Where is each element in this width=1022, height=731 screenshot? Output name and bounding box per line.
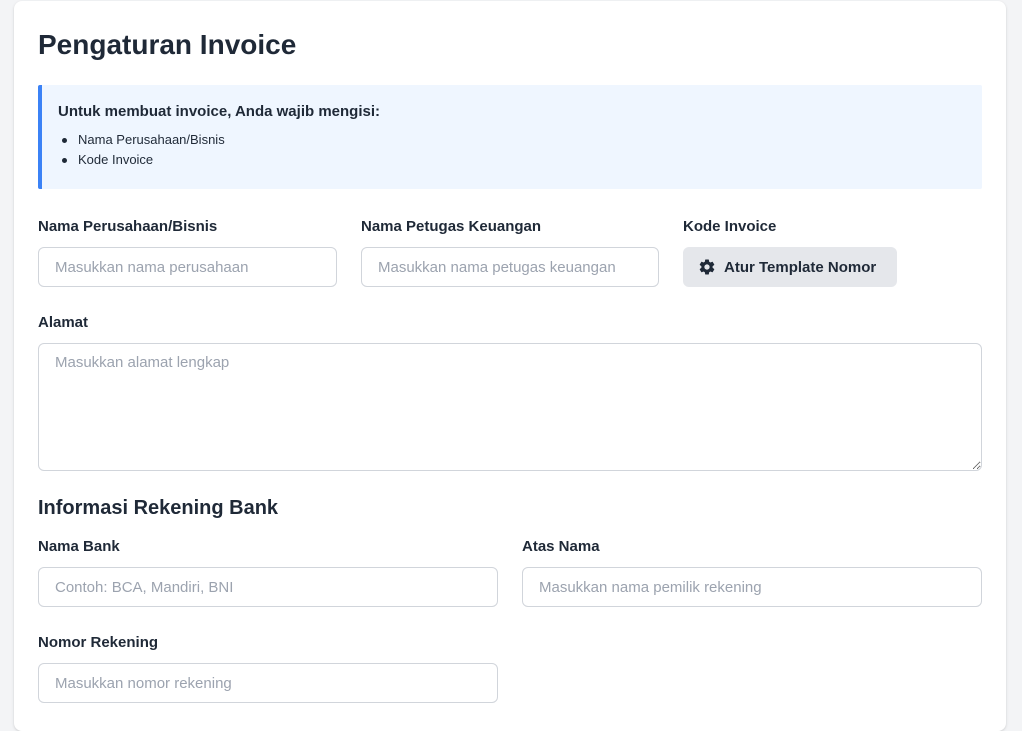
- account-number-row: Nomor Rekening: [38, 633, 982, 703]
- account-holder-field-group: Atas Nama: [522, 537, 982, 607]
- info-title: Untuk membuat invoice, Anda wajib mengis…: [58, 103, 380, 120]
- list-item: Kode Invoice: [62, 150, 962, 170]
- bank-name-label: Nama Bank: [38, 538, 120, 555]
- invoice-code-label: Kode Invoice: [683, 218, 777, 235]
- address-textarea[interactable]: [38, 343, 982, 471]
- company-name-input[interactable]: [38, 247, 337, 287]
- company-name-field-group: Nama Perusahaan/Bisnis: [38, 217, 337, 287]
- account-holder-label: Atas Nama: [522, 538, 600, 555]
- bank-name-field-group: Nama Bank: [38, 537, 498, 607]
- required-info-box: Untuk membuat invoice, Anda wajib mengis…: [38, 85, 982, 189]
- bank-row: Nama Bank Atas Nama: [38, 537, 982, 607]
- account-holder-input[interactable]: [522, 567, 982, 607]
- page-title: Pengaturan Invoice: [38, 29, 297, 60]
- address-field-group: Alamat: [38, 313, 982, 471]
- account-number-field-group: Nomor Rekening: [38, 633, 498, 703]
- finance-officer-field-group: Nama Petugas Keuangan: [361, 217, 659, 287]
- list-item: Nama Perusahaan/Bisnis: [62, 130, 962, 150]
- account-number-label: Nomor Rekening: [38, 634, 159, 651]
- bank-section-title: Informasi Rekening Bank: [38, 497, 279, 519]
- gear-icon: [698, 258, 716, 276]
- address-label: Alamat: [38, 314, 89, 331]
- set-number-template-button[interactable]: Atur Template Nomor: [683, 247, 897, 287]
- bank-name-input[interactable]: [38, 567, 498, 607]
- account-number-input[interactable]: [38, 663, 498, 703]
- invoice-settings-card: Pengaturan Invoice Untuk membuat invoice…: [14, 1, 1006, 731]
- finance-officer-input[interactable]: [361, 247, 659, 287]
- invoice-code-field-group: Kode Invoice Atur Template Nomor: [683, 217, 982, 287]
- required-fields-list: Nama Perusahaan/Bisnis Kode Invoice: [58, 130, 962, 170]
- company-name-label: Nama Perusahaan/Bisnis: [38, 218, 218, 235]
- finance-officer-label: Nama Petugas Keuangan: [361, 218, 542, 235]
- company-row: Nama Perusahaan/Bisnis Nama Petugas Keua…: [38, 217, 982, 287]
- set-number-template-label: Atur Template Nomor: [724, 258, 877, 276]
